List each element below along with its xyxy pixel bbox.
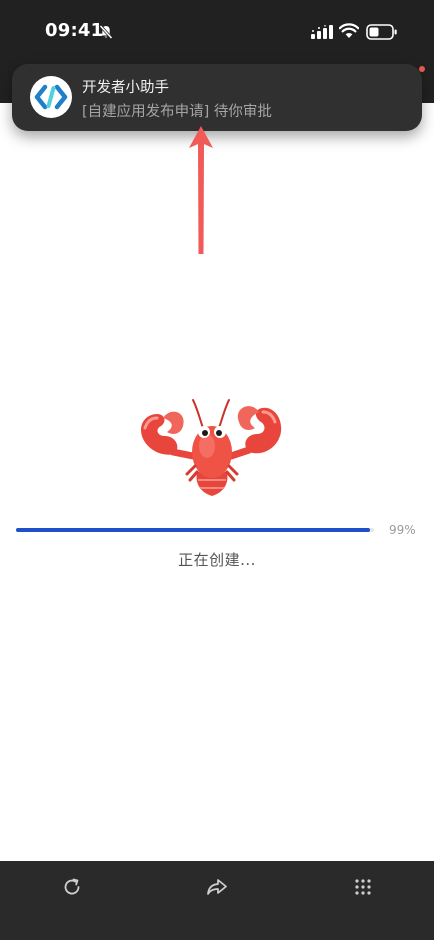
creating-status-text: 正在创建... <box>178 551 256 569</box>
progress-bar <box>16 528 374 532</box>
arrow-up-icon <box>189 126 213 254</box>
refresh-button[interactable] <box>60 875 84 899</box>
refresh-icon <box>64 878 80 895</box>
progress-bar-fill <box>16 528 371 532</box>
more-grid-icon <box>355 879 371 895</box>
lobster-mascot-icon <box>141 399 282 496</box>
progress-percent: 99% <box>389 523 416 537</box>
notification-dot <box>419 66 425 72</box>
bottom-toolbar <box>0 861 434 940</box>
notification-banner[interactable]: 开发者小助手 [自建应用发布申请] 待你审批 <box>12 64 425 131</box>
bell-slash-icon <box>99 24 113 40</box>
cellular-signal-icon <box>311 25 333 39</box>
battery-icon <box>366 24 397 40</box>
notification-body: [自建应用发布申请] 待你审批 <box>82 104 272 120</box>
wifi-icon <box>339 23 359 38</box>
status-time: 09:41 <box>45 20 104 41</box>
developer-assistant-logo-icon <box>30 76 72 118</box>
share-button[interactable] <box>205 875 229 899</box>
more-button[interactable] <box>351 875 375 899</box>
share-icon <box>207 879 227 895</box>
notification-title: 开发者小助手 <box>82 80 169 96</box>
